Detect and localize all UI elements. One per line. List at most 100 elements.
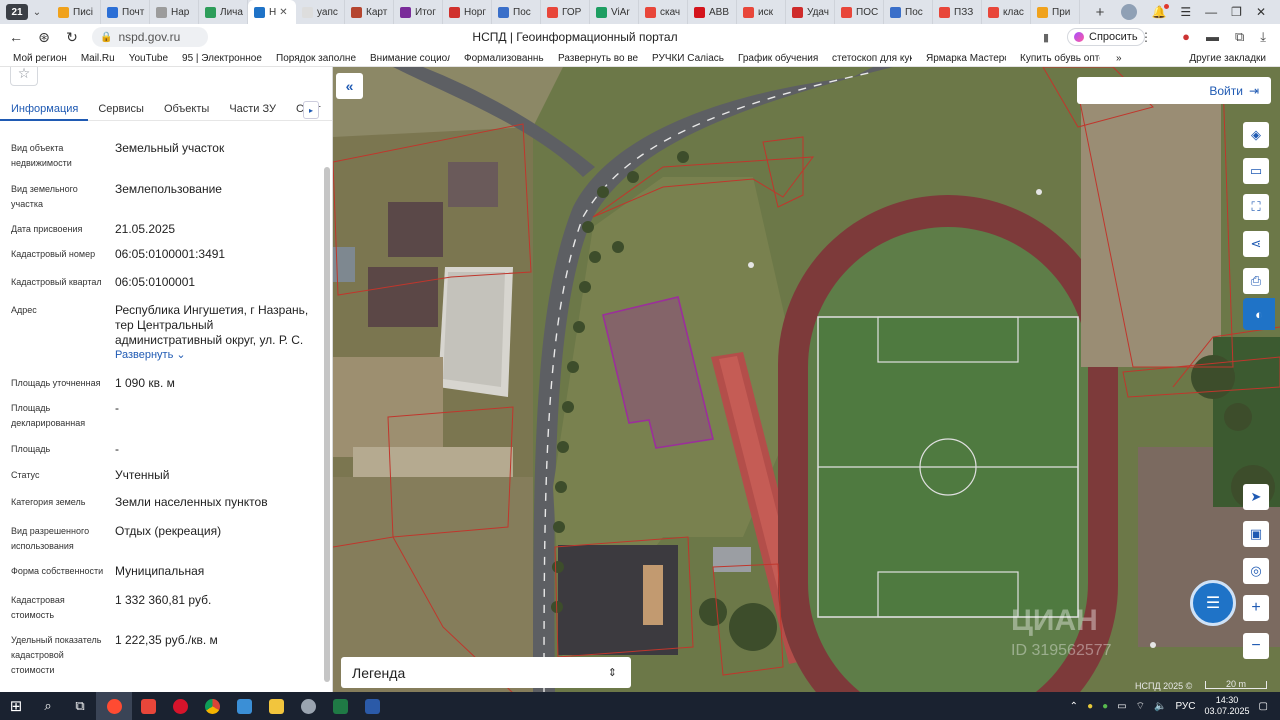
new-tab-button[interactable]: + <box>1090 2 1110 22</box>
bookmark-item[interactable]: YouTube <box>129 53 168 64</box>
tabs-scroll-right-icon[interactable]: ▸ <box>303 101 319 119</box>
minimap-icon[interactable]: ▣ <box>1243 521 1269 547</box>
browser-tab[interactable]: Почт <box>101 0 150 24</box>
browser-tab[interactable]: Норг <box>443 0 492 24</box>
network-icon[interactable]: ⌔ <box>1136 700 1145 713</box>
browser-tab[interactable]: уапс <box>296 0 345 24</box>
chat-button[interactable]: ☰ <box>1190 580 1236 626</box>
windows-start-icon[interactable]: ⊞ <box>0 692 32 720</box>
bookmarks-overflow-button[interactable]: » <box>1116 53 1122 64</box>
close-tab-icon[interactable]: ✕ <box>279 7 287 18</box>
login-button[interactable]: Войти ⇥ <box>1077 77 1271 104</box>
download-icon[interactable]: ⤓ <box>1260 29 1266 45</box>
photos-icon[interactable] <box>228 692 260 720</box>
print-icon[interactable]: ⎙ <box>1243 268 1269 294</box>
legend-dropdown[interactable]: Легенда ⇕ <box>341 657 631 688</box>
expand-address-link[interactable]: Развернуть ⌄ <box>115 348 310 363</box>
tab-counter[interactable]: 21 <box>6 4 28 20</box>
browser-tab[interactable]: Пос <box>492 0 541 24</box>
yandex-browser-icon[interactable] <box>96 692 132 720</box>
bookmark-item[interactable]: Формализованный <box>464 53 544 64</box>
bookmark-item[interactable]: Мой регион <box>13 53 67 64</box>
browser-tab[interactable]: ABB <box>688 0 737 24</box>
bookmark-page-icon[interactable]: ▮ <box>1043 31 1049 44</box>
yandex-icon[interactable] <box>132 692 164 720</box>
browser-tab[interactable]: скач <box>639 0 688 24</box>
downloads-icon[interactable]: ▬ <box>1206 29 1219 45</box>
geolocation-icon[interactable]: ◎ <box>1243 558 1269 584</box>
ask-ai-button[interactable]: Спросить <box>1067 28 1145 46</box>
browser-tab[interactable]: Удач <box>786 0 835 24</box>
collapse-panel-button[interactable]: « <box>336 73 363 99</box>
volume-icon[interactable]: 🔈 <box>1154 701 1166 712</box>
ruler-icon[interactable]: ▭ <box>1243 158 1269 184</box>
language-indicator[interactable]: РУС <box>1175 701 1195 712</box>
opera-icon[interactable] <box>164 692 196 720</box>
bookmark-item[interactable]: Mail.Ru <box>81 53 115 64</box>
more-options-icon[interactable]: ⋮ <box>1140 30 1152 44</box>
zoom-out-button[interactable]: − <box>1243 633 1269 659</box>
panel-tab[interactable]: Информация <box>0 99 89 121</box>
map-view[interactable]: ЦИАН ID 319562577 « Войти ⇥ ◈ ▭ ⛶ ⋖ ⎙ ◐ … <box>333 67 1280 693</box>
tray-app-icon[interactable]: ● <box>1087 701 1093 712</box>
bookmark-item[interactable]: стетоскоп для кукол <box>832 53 912 64</box>
bookmark-item[interactable]: РУЧКИ Саліась <box>652 53 724 64</box>
close-window-icon[interactable]: ✕ <box>1256 5 1266 19</box>
browser-tab[interactable]: При <box>1031 0 1080 24</box>
browser-tab[interactable]: иск <box>737 0 786 24</box>
task-view-icon[interactable]: ⧉ <box>64 692 96 720</box>
share-icon[interactable]: ⋖ <box>1243 231 1269 257</box>
notification-center-icon[interactable]: ▢ <box>1259 701 1268 712</box>
bookmark-item[interactable]: 95 | Электронное пр <box>182 53 262 64</box>
assistant-icon[interactable]: ◐ <box>1243 298 1275 330</box>
extension-icon[interactable]: ● <box>1182 29 1190 45</box>
browser-tab[interactable]: ГОР <box>541 0 590 24</box>
info-row-value[interactable]: 06:05:0100001:3491 <box>115 247 310 262</box>
clock[interactable]: 14:30 03.07.2025 <box>1205 695 1250 717</box>
panel-tab[interactable]: Сервисы <box>88 99 154 121</box>
tray-overflow-icon[interactable]: ⌃ <box>1070 701 1078 712</box>
bookmark-item[interactable]: Порядок заполнени <box>276 53 356 64</box>
browser-tab[interactable]: Лича <box>199 0 248 24</box>
bookmark-item[interactable]: Ярмарка Мастеров <box>926 53 1006 64</box>
profile-icon[interactable] <box>1121 4 1138 20</box>
browser-tab[interactable]: Пос <box>884 0 933 24</box>
satellite-map[interactable]: ЦИАН ID 319562577 <box>333 67 1280 693</box>
search-icon[interactable]: ⌕ <box>32 692 64 720</box>
zoom-in-button[interactable]: + <box>1243 595 1269 621</box>
app-icon[interactable] <box>292 692 324 720</box>
locate-icon[interactable]: ➤ <box>1243 484 1269 510</box>
chrome-icon[interactable] <box>196 692 228 720</box>
browser-tab[interactable]: Итог <box>394 0 443 24</box>
other-bookmarks[interactable]: Другие закладки <box>1189 53 1266 64</box>
browser-tab[interactable]: Н ✕ <box>248 0 296 24</box>
bookmark-item[interactable]: Внимание социолог <box>370 53 450 64</box>
tray-app-icon[interactable]: ● <box>1102 701 1108 712</box>
browser-tab[interactable]: ПЗЗ <box>933 0 982 24</box>
select-area-icon[interactable]: ⛶ <box>1243 194 1269 220</box>
notifications-icon[interactable]: 🔔 <box>1151 4 1170 19</box>
word-icon[interactable] <box>356 692 388 720</box>
browser-tab[interactable]: Писі <box>52 0 101 24</box>
browser-tab[interactable]: клас <box>982 0 1031 24</box>
browser-tab[interactable]: ViAr <box>590 0 639 24</box>
minimize-icon[interactable]: — <box>1205 5 1217 19</box>
battery-icon[interactable]: ▭ <box>1117 701 1126 712</box>
favorite-star-icon[interactable]: ☆ <box>10 67 38 86</box>
browser-tab[interactable]: ПОС <box>835 0 884 24</box>
browser-tab[interactable]: Нар <box>150 0 199 24</box>
panel-scrollbar[interactable] <box>324 167 330 682</box>
hamburger-menu-icon[interactable]: ☰ <box>1180 5 1191 19</box>
panel-tab[interactable]: Объекты <box>154 99 219 121</box>
tab-list-chevron-icon[interactable]: ⌄ <box>28 7 46 18</box>
browser-tab[interactable]: Карт <box>345 0 394 24</box>
restore-icon[interactable]: ❐ <box>1231 5 1242 19</box>
bookmark-item[interactable]: Развернуть во весь <box>558 53 638 64</box>
copy-icon[interactable]: ⧉ <box>1235 29 1244 45</box>
bookmark-item[interactable]: Купить обувь оптом <box>1020 53 1100 64</box>
bookmark-item[interactable]: График обучения на <box>738 53 818 64</box>
excel-icon[interactable] <box>324 692 356 720</box>
layers-icon[interactable]: ◈ <box>1243 122 1269 148</box>
file-explorer-icon[interactable] <box>260 692 292 720</box>
panel-tab[interactable]: Части ЗУ <box>219 99 286 121</box>
